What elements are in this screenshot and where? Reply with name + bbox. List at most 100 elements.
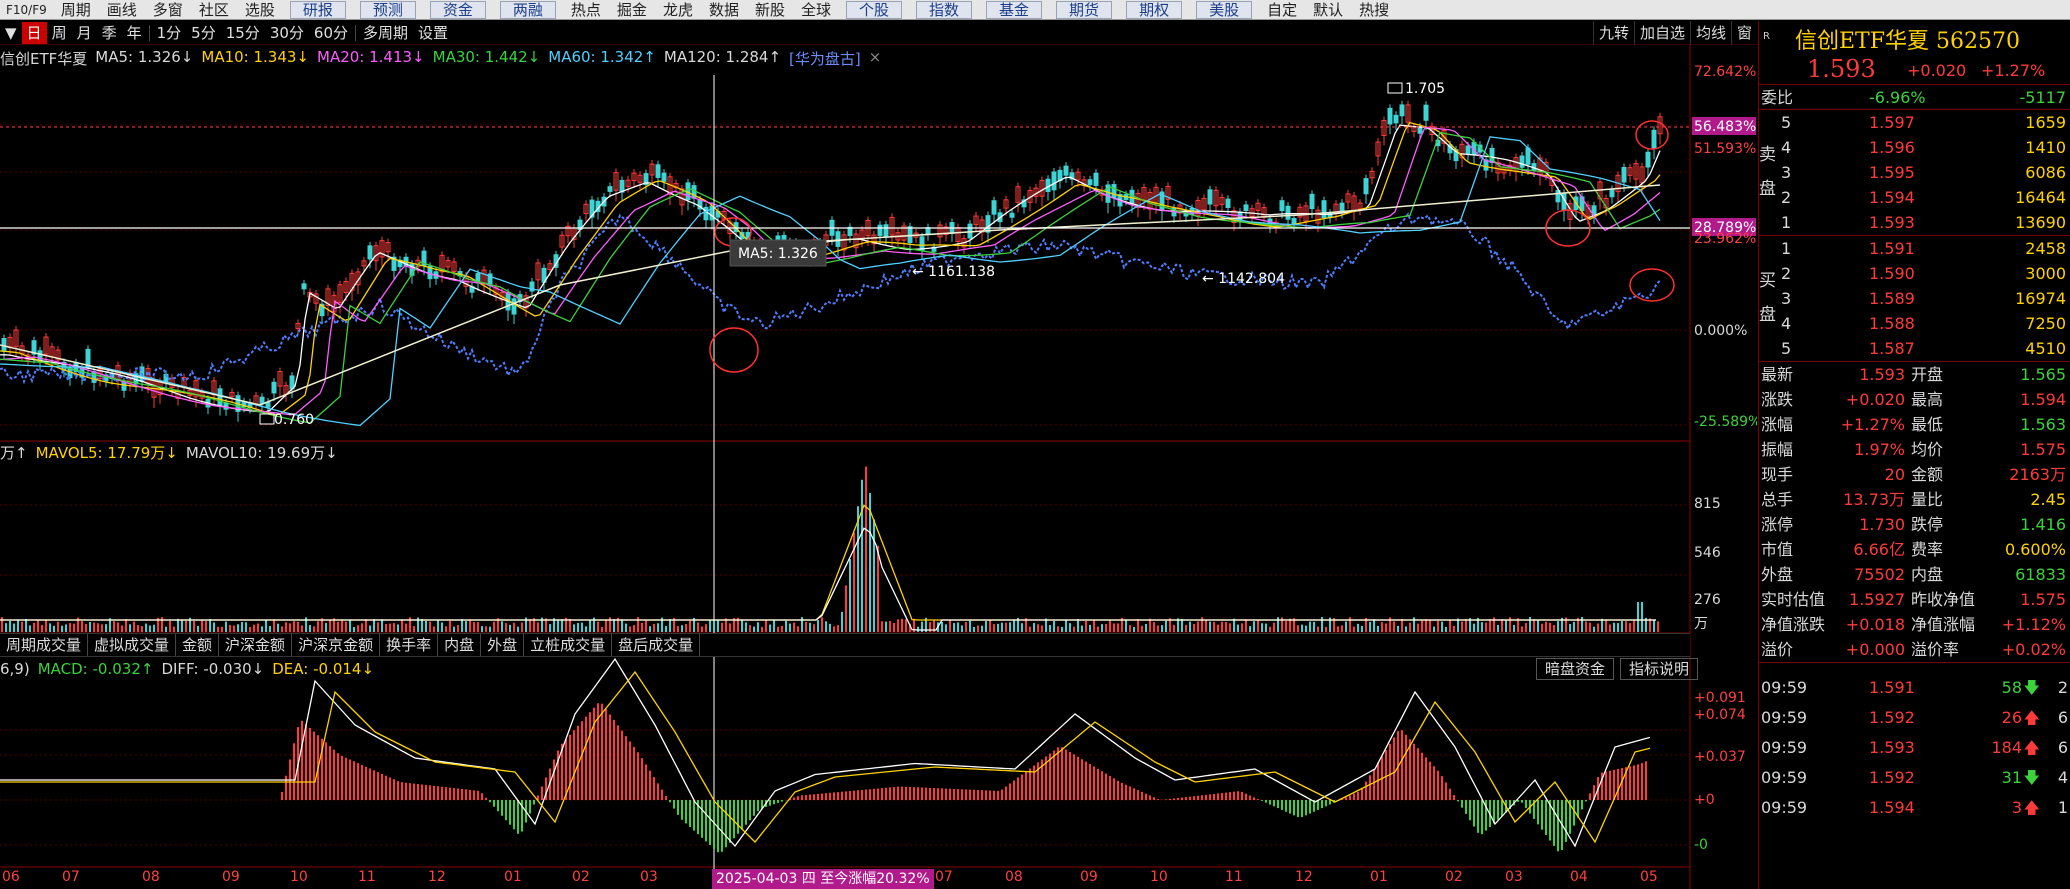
ref-index-label[interactable]: [华为盘古] <box>789 48 861 68</box>
close-icon[interactable]: × <box>869 48 882 68</box>
chart-tool-button[interactable]: 窗 <box>1730 21 1757 45</box>
stat-value: 2.45 <box>2030 490 2066 509</box>
book-volume: 1659 <box>2025 113 2066 132</box>
volume-subtab[interactable]: 内盘 <box>438 634 482 656</box>
stat-value: 1.575 <box>2020 590 2066 609</box>
period-tab[interactable]: 年 <box>122 22 147 44</box>
period-tab[interactable]: 多周期 <box>358 22 413 44</box>
price-axis-label: 51.593% <box>1694 141 1756 157</box>
time-highlight-label: 2025-04-03 四 至今涨幅20.32% <box>716 871 930 887</box>
book-volume: 16464 <box>2015 188 2066 207</box>
toolbar-item[interactable]: 全球 <box>793 0 839 20</box>
time-axis-label: 05 <box>1640 869 1658 885</box>
book-row: 5 1.597 1659 <box>1759 110 2070 135</box>
stat-value: 1.97% <box>1854 440 1905 459</box>
macd-buttons: 暗盘资金 指标说明 <box>1530 658 1699 680</box>
toolbar-item[interactable]: 数据 <box>701 0 747 20</box>
ma120-line <box>0 184 1661 406</box>
period-tab[interactable]: 日 <box>21 21 47 44</box>
volume-subtab[interactable]: 换手率 <box>380 634 439 656</box>
toolbar-item[interactable]: 周期 <box>53 0 99 20</box>
toolbar-item[interactable]: 画线 <box>99 0 145 20</box>
period-tab[interactable]: 月 <box>72 22 97 44</box>
macd-button[interactable]: 暗盘资金 <box>1536 658 1615 680</box>
toolbar-item[interactable]: 多窗 <box>145 0 191 20</box>
candle-body <box>907 226 913 243</box>
volume-subtab[interactable]: 沪深京金额 <box>292 634 381 656</box>
tick-time: 09:59 <box>1761 738 1808 757</box>
toolbar-button[interactable]: 期货 <box>1056 0 1113 19</box>
volume-subtab[interactable]: 虚拟成交量 <box>88 634 177 656</box>
toolbar-item[interactable]: 新股 <box>747 0 793 20</box>
toolbar-button[interactable]: 期权 <box>1126 0 1183 19</box>
toolbar-item[interactable]: 掘金 <box>609 0 655 20</box>
ma5-label: MA5: 1.326↓ <box>95 48 194 66</box>
book-row: 4 1.588 7250 <box>1759 311 2070 336</box>
toolbar-item[interactable]: 热搜 <box>1351 0 1397 20</box>
period-tab[interactable]: 设置 <box>413 22 453 44</box>
chart-tool-button[interactable]: 九转 <box>1592 21 1634 45</box>
stat-label: 金额 <box>1911 465 1944 484</box>
toolbar-button[interactable]: 基金 <box>986 0 1043 19</box>
toolbar-button[interactable]: 两融 <box>499 0 556 19</box>
ma20-line <box>0 126 1661 416</box>
period-dropdown-icon[interactable]: ▼ <box>0 22 22 44</box>
stat-row: 现手 20 金额 2163万 <box>1759 462 2070 487</box>
period-tab[interactable]: 季 <box>97 22 122 44</box>
volume-subtab[interactable]: 盘后成交量 <box>612 634 701 656</box>
book-price: 1.590 <box>1869 264 1915 283</box>
book-row: 5 1.587 4510 <box>1759 336 2070 361</box>
toolbar-item[interactable]: 选股 <box>237 0 283 20</box>
mavol10-line <box>0 527 1656 631</box>
candle-body <box>1387 107 1393 125</box>
period-tab[interactable]: 周 <box>47 22 72 44</box>
period-tab[interactable]: 30分 <box>265 22 309 44</box>
stat-label: 跌停 <box>1911 515 1944 534</box>
period-tab[interactable]: 5分 <box>186 22 221 44</box>
volume-subtab[interactable]: 立桩成交量 <box>524 634 613 656</box>
toolbar-item[interactable]: 默认 <box>1305 0 1351 20</box>
stat-value: +1.12% <box>2001 615 2066 634</box>
stat-label: 总手 <box>1761 490 1794 509</box>
book-row: 3 1.589 16974 <box>1759 286 2070 311</box>
toolbar-button[interactable]: 资金 <box>429 0 486 19</box>
toolbar-button[interactable]: 美股 <box>1196 0 1253 19</box>
time-axis-label: 04 <box>1570 869 1588 885</box>
tick-time: 09:59 <box>1761 678 1808 697</box>
toolbar-button[interactable]: 预测 <box>359 0 416 19</box>
toolbar-item[interactable]: 龙虎 <box>655 0 701 20</box>
candle-body <box>85 348 91 367</box>
book-price: 1.588 <box>1869 314 1915 333</box>
macd-button[interactable]: 指标说明 <box>1620 658 1699 680</box>
toolbar-button[interactable]: 指数 <box>916 0 973 19</box>
book-price: 1.591 <box>1869 239 1915 258</box>
toolbar-item[interactable]: 社区 <box>191 0 237 20</box>
volume-subtab[interactable]: 周期成交量 <box>0 634 89 656</box>
book-level: 3 <box>1781 289 1792 308</box>
toolbar-button[interactable]: 个股 <box>846 0 903 19</box>
tick-count: 4 <box>2057 768 2068 787</box>
chart-tool-button[interactable]: 均线 <box>1689 21 1731 45</box>
chart-area[interactable]: 1.705 0.760 MA5: 1.326 ← 1161.138 ← 1142.804… <box>0 45 1757 889</box>
toolbar-button[interactable]: 研报 <box>289 0 346 19</box>
stat-value: 1.416 <box>2020 515 2066 534</box>
candle-body <box>367 245 373 260</box>
book-level: 4 <box>1781 314 1792 333</box>
price-axis-label: -25.589% <box>1694 414 1757 430</box>
weibi-pct: -6.96% <box>1869 88 1926 107</box>
toolbar-item[interactable]: 自定 <box>1259 0 1305 20</box>
chart-tool-button[interactable]: 加自选 <box>1633 21 1690 45</box>
book-volume: 4510 <box>2025 339 2066 358</box>
period-tab[interactable]: 15分 <box>221 22 265 44</box>
volume-subtab[interactable]: 金额 <box>176 634 220 656</box>
candle-body <box>985 215 991 233</box>
volume-subtab[interactable]: 沪深金额 <box>219 634 293 656</box>
time-axis-label: 07 <box>935 869 953 885</box>
candle-body <box>1393 114 1399 124</box>
volume-subtab[interactable]: 外盘 <box>481 634 525 656</box>
toolbar-item[interactable]: F10/F9 <box>0 0 53 20</box>
period-tab[interactable]: 1分 <box>152 22 187 44</box>
price-change: +0.020 <box>1907 61 1967 80</box>
period-tab[interactable]: 60分 <box>309 22 353 44</box>
toolbar-item[interactable]: 热点 <box>563 0 609 20</box>
